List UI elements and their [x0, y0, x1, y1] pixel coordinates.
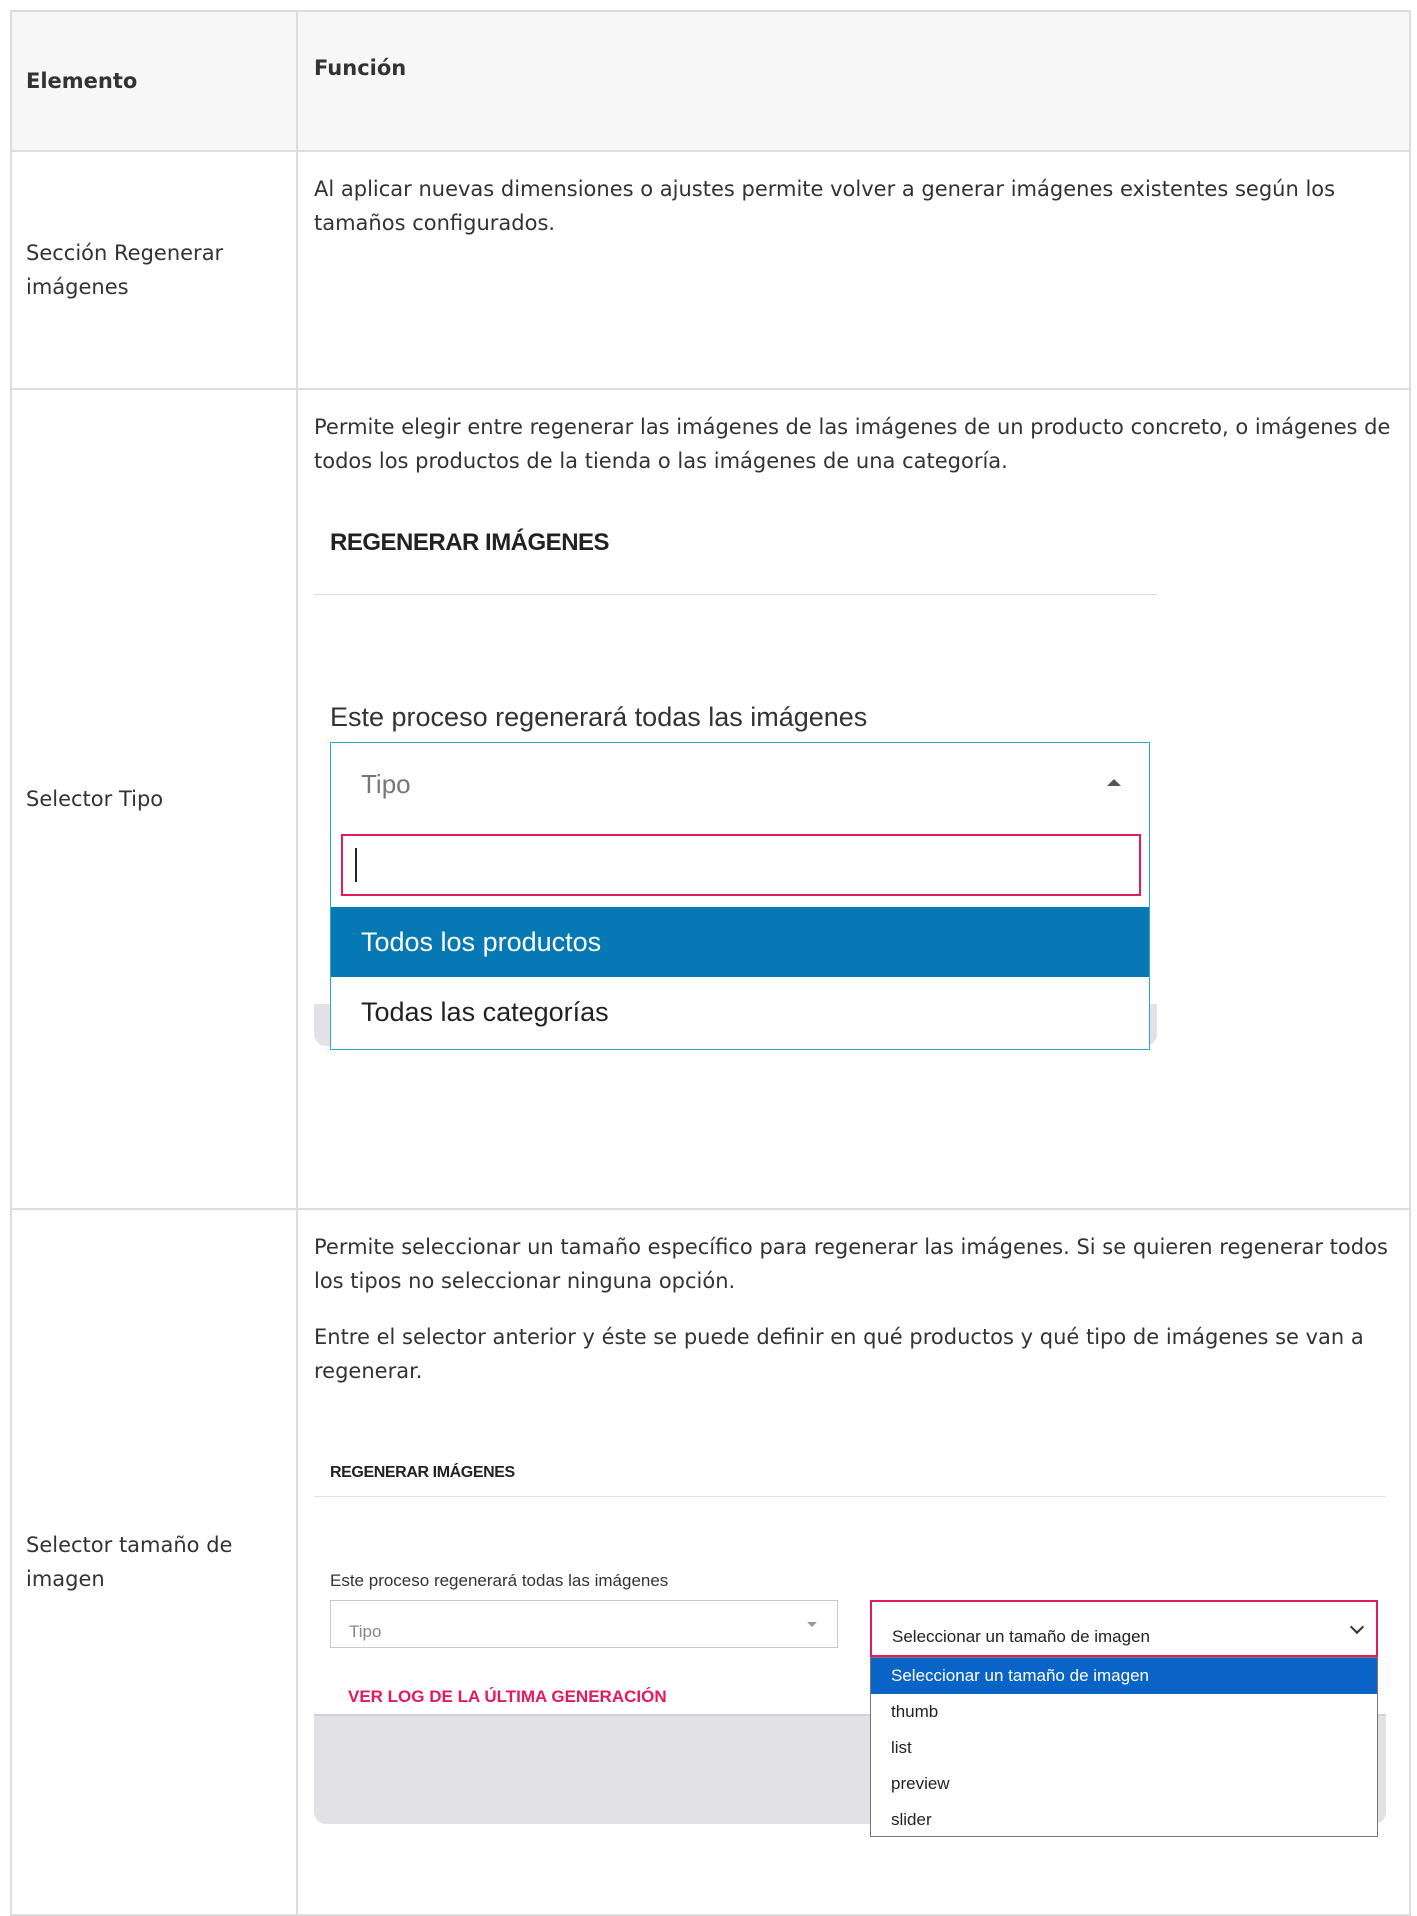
caret-up-icon[interactable] [1107, 779, 1121, 786]
size-option-slider[interactable]: slider [871, 1802, 1377, 1838]
table-row: Selector tamaño de imagen Permite selecc… [10, 1208, 1411, 1916]
tipo-dropdown[interactable]: Tipo Todos los productos Todas las categ… [330, 742, 1150, 1050]
tipo-selector-screenshot: REGENERAR IMÁGENES Este proceso regenera… [314, 484, 1164, 1208]
size-option-preview[interactable]: preview [871, 1766, 1377, 1802]
function-text: Permite elegir entre regenerar las imáge… [314, 415, 1391, 473]
view-log-link[interactable]: VER LOG DE LA ÚLTIMA GENERACIÓN [348, 1680, 667, 1714]
function-text: Entre el selector anterior y éste se pue… [314, 1325, 1364, 1383]
size-option-placeholder[interactable]: Seleccionar un tamaño de imagen [871, 1658, 1377, 1694]
option-todos-los-productos[interactable]: Todos los productos [331, 907, 1149, 977]
row-function-cell: Al aplicar nuevas dimensiones o ajustes … [296, 150, 1411, 390]
caret-down-icon[interactable] [807, 1622, 817, 1627]
tipo-dropdown-header[interactable]: Tipo [331, 743, 1149, 821]
image-size-select[interactable]: Seleccionar un tamaño de imagen [870, 1600, 1378, 1657]
size-selector-screenshot: REGENERAR IMÁGENES Este proceso regenera… [314, 1404, 1414, 1884]
regenerate-title: REGENERAR IMÁGENES [330, 529, 610, 556]
process-description: Este proceso regenerará todas las imágen… [330, 702, 868, 732]
image-size-options: Seleccionar un tamaño de imagen thumb li… [870, 1657, 1378, 1837]
tipo-select[interactable]: Tipo [330, 1600, 838, 1648]
tipo-placeholder: Tipo [361, 769, 411, 799]
divider [314, 1496, 1386, 1497]
documentation-table: Elemento Función Sección Regenerar imáge… [10, 10, 1411, 1916]
row-element-cell: Sección Regenerar imágenes [10, 150, 298, 390]
table-row: Selector Tipo Permite elegir entre regen… [10, 388, 1411, 1210]
dropdown-search-input[interactable] [341, 834, 1141, 896]
row-element-cell: Selector tamaño de imagen [10, 1208, 298, 1916]
regenerate-title: REGENERAR IMÁGENES [330, 1464, 515, 1481]
table-header-row: Elemento Función [10, 10, 1411, 152]
header-element: Elemento [10, 10, 298, 152]
divider [314, 594, 1157, 595]
chevron-down-icon[interactable] [1349, 1619, 1365, 1635]
function-text: Al aplicar nuevas dimensiones o ajustes … [314, 177, 1336, 235]
size-option-list[interactable]: list [871, 1730, 1377, 1766]
size-option-thumb[interactable]: thumb [871, 1694, 1377, 1730]
text-cursor [355, 848, 357, 882]
header-function: Función [296, 10, 1411, 152]
row-function-cell: Permite seleccionar un tamaño específico… [296, 1208, 1411, 1916]
option-todas-las-categorias[interactable]: Todas las categorías [331, 977, 1149, 1047]
row-element-cell: Selector Tipo [10, 388, 298, 1210]
table-row: Sección Regenerar imágenes Al aplicar nu… [10, 150, 1411, 390]
image-size-select-value: Seleccionar un tamaño de imagen [892, 1627, 1150, 1646]
row-function-cell: Permite elegir entre regenerar las imáge… [296, 388, 1411, 1210]
tipo-placeholder: Tipo [349, 1622, 382, 1641]
function-text: Permite seleccionar un tamaño específico… [314, 1235, 1388, 1293]
process-description: Este proceso regenerará todas las imágen… [330, 1571, 669, 1590]
